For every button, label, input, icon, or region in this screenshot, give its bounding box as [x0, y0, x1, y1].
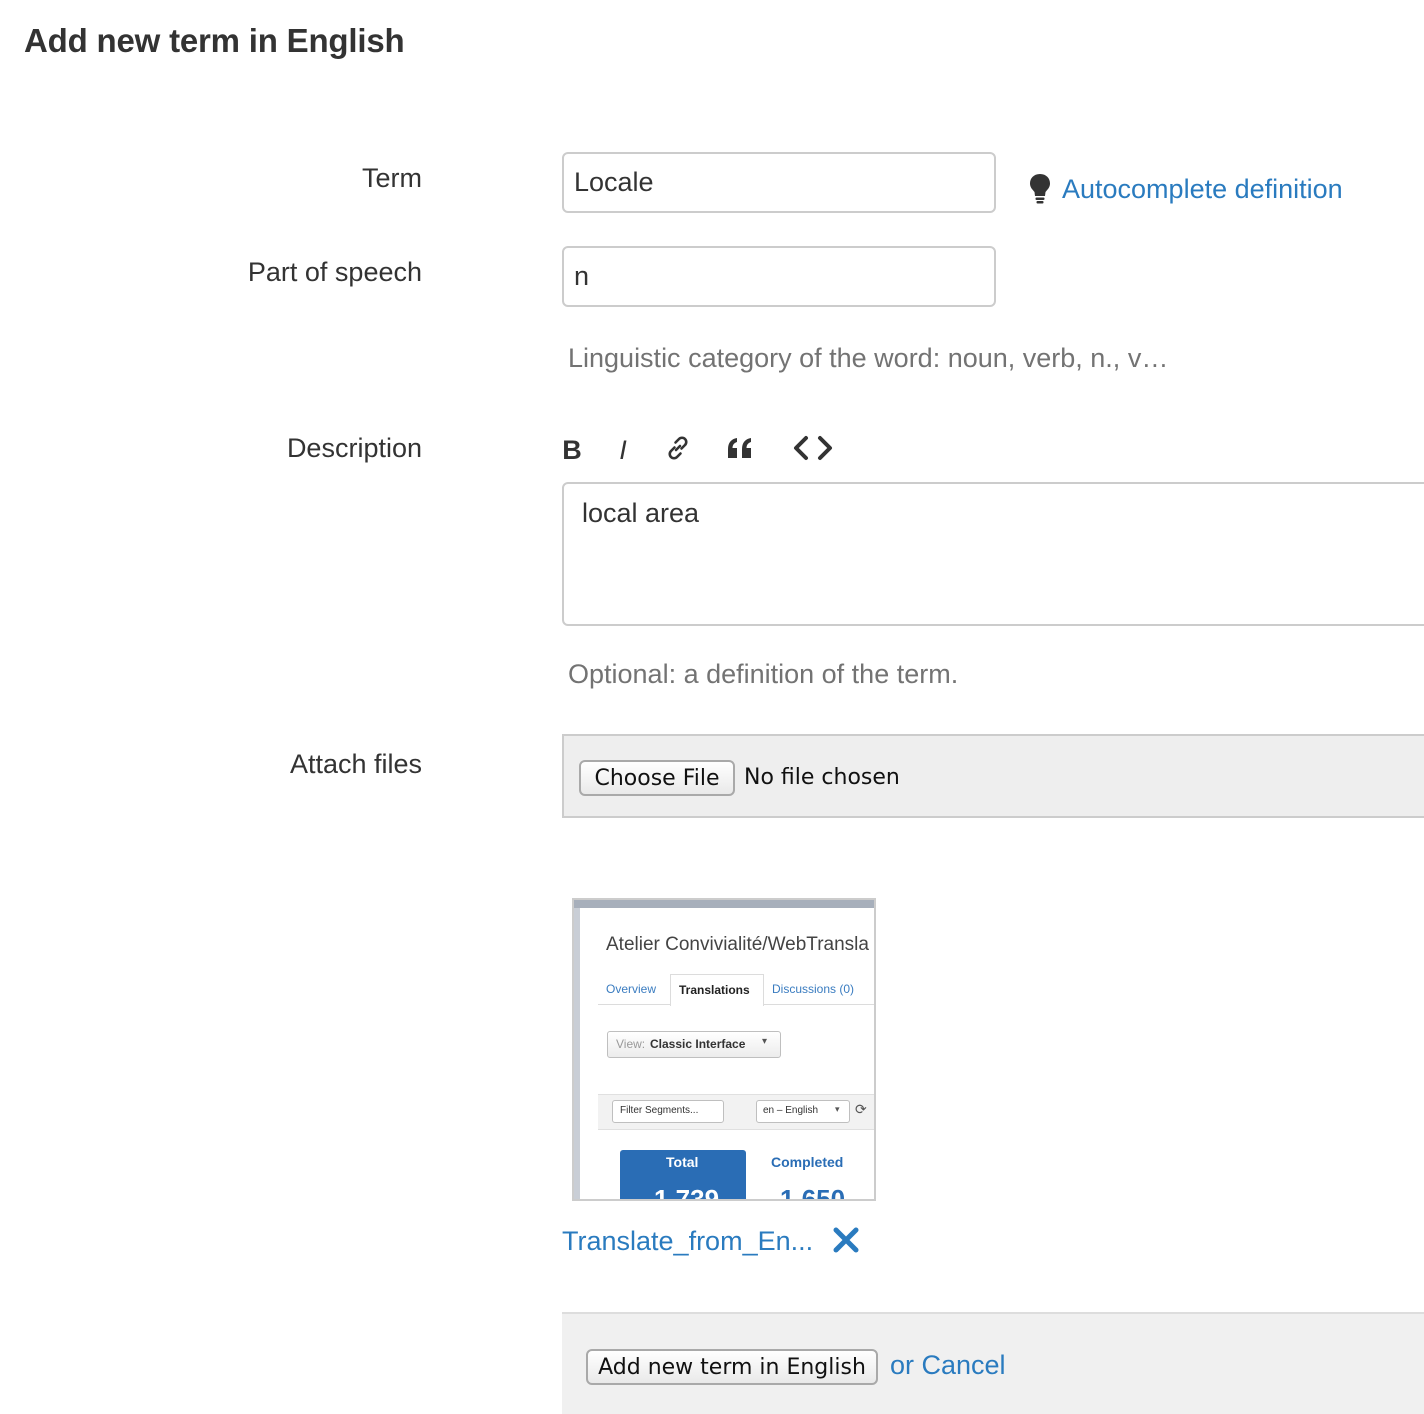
- thumb-completed-label: Completed: [771, 1154, 844, 1170]
- part-of-speech-label: Part of speech: [247, 257, 422, 287]
- attachment-filename-link[interactable]: Translate_from_En...: [562, 1226, 813, 1257]
- code-button[interactable]: [790, 430, 836, 470]
- quote-icon: [726, 436, 754, 465]
- term-label: Term: [362, 163, 422, 193]
- thumb-filter-button: Filter Segments...: [620, 1105, 699, 1116]
- thumb-view-prefix: View:: [616, 1037, 646, 1051]
- submit-button[interactable]: Add new term in English: [586, 1349, 878, 1385]
- thumb-completed-value: 1,650: [780, 1184, 846, 1201]
- attach-files-label: Attach files: [289, 749, 422, 779]
- code-icon: [792, 435, 834, 466]
- page-title: Add new term in English: [24, 22, 405, 59]
- thumb-tab-discussions: Discussions (0): [772, 982, 855, 996]
- autocomplete-definition-link[interactable]: Autocomplete definition: [1028, 172, 1343, 206]
- description-hint: Optional: a definition of the term.: [568, 659, 959, 689]
- thumb-total-label: Total: [666, 1154, 699, 1170]
- thumb-refresh-icon: ⟳: [855, 1101, 867, 1117]
- description-label: Description: [286, 433, 422, 463]
- term-input[interactable]: Locale: [562, 152, 996, 213]
- cancel-link[interactable]: or Cancel: [890, 1350, 1006, 1381]
- thumb-tab-translations: Translations: [679, 983, 750, 997]
- link-icon: [664, 434, 692, 467]
- thumb-view-value: Classic Interface: [650, 1037, 746, 1051]
- quote-button[interactable]: [724, 430, 756, 470]
- choose-file-button[interactable]: Choose File: [579, 760, 735, 796]
- part-of-speech-input[interactable]: n: [562, 246, 996, 307]
- description-textarea[interactable]: local area: [562, 482, 1424, 626]
- thumb-locale-select: en – English: [763, 1105, 819, 1116]
- thumb-project-title: Atelier Convivialité/WebTransla: [606, 934, 869, 955]
- thumb-tab-overview: Overview: [606, 982, 657, 996]
- bold-button[interactable]: B: [558, 430, 586, 470]
- thumb-total-value: 1,739: [654, 1184, 720, 1201]
- part-of-speech-hint: Linguistic category of the word: noun, v…: [568, 343, 1169, 373]
- file-upload-panel: Choose File No file chosen: [562, 734, 1424, 818]
- file-status: No file chosen: [744, 765, 900, 790]
- lightbulb-icon: [1028, 172, 1052, 206]
- form-actions: Add new term in English or Cancel: [562, 1312, 1424, 1414]
- attachment-thumbnail[interactable]: Atelier Convivialité/WebTransla Overview…: [572, 898, 876, 1201]
- thumb-view-caret-icon: ▾: [762, 1036, 768, 1047]
- autocomplete-definition-label: Autocomplete definition: [1062, 173, 1343, 204]
- thumb-locale-caret-icon: ▾: [835, 1104, 840, 1114]
- italic-button[interactable]: I: [610, 430, 636, 470]
- link-button[interactable]: [662, 430, 694, 470]
- close-icon[interactable]: [832, 1226, 860, 1254]
